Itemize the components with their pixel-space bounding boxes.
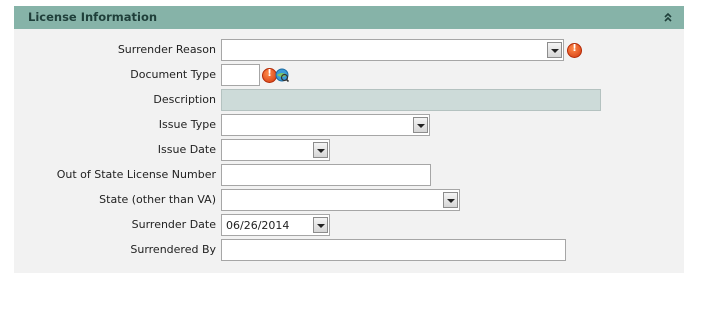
out-of-state-license-number-input[interactable]: [221, 164, 431, 186]
document-type-label: Document Type: [130, 68, 216, 81]
row-issue-type: Issue Type: [14, 114, 684, 136]
row-surrender-date: Surrender Date 06/26/2014: [14, 214, 684, 236]
license-information-panel: License Information Surrender Reason Doc…: [14, 6, 684, 273]
row-issue-date: Issue Date: [14, 139, 684, 161]
document-type-input[interactable]: [221, 64, 260, 86]
state-select[interactable]: [221, 189, 460, 211]
row-surrendered-by: Surrendered By: [14, 239, 684, 261]
row-document-type: Document Type: [14, 64, 684, 86]
surrender-reason-select[interactable]: [221, 39, 564, 61]
panel-title: License Information: [28, 10, 158, 24]
description-field: [221, 89, 601, 111]
lookup-icon[interactable]: [275, 68, 289, 82]
surrendered-by-input[interactable]: [221, 239, 566, 261]
surrender-reason-label: Surrender Reason: [117, 43, 216, 56]
issue-type-label: Issue Type: [158, 118, 216, 131]
issue-type-dropdown-button[interactable]: [413, 117, 428, 133]
surrender-date-label: Surrender Date: [131, 218, 216, 231]
out-of-state-license-number-label: Out of State License Number: [56, 168, 216, 181]
surrender-date-dropdown-button[interactable]: [313, 217, 328, 233]
surrender-reason-dropdown-button[interactable]: [547, 42, 562, 58]
state-dropdown-button[interactable]: [443, 192, 458, 208]
surrendered-by-label: Surrendered By: [130, 243, 216, 256]
row-state: State (other than VA): [14, 189, 684, 211]
row-out-of-state-license-number: Out of State License Number: [14, 164, 684, 186]
issue-date-label: Issue Date: [157, 143, 216, 156]
surrender-date-value: 06/26/2014: [226, 219, 290, 232]
panel-header[interactable]: License Information: [14, 6, 684, 29]
double-chevron-up-icon[interactable]: [662, 10, 674, 24]
row-description: Description: [14, 89, 684, 111]
row-surrender-reason: Surrender Reason: [14, 39, 684, 61]
required-warning-icon: [567, 43, 582, 58]
description-label: Description: [153, 93, 216, 106]
issue-type-select[interactable]: [221, 114, 430, 136]
issue-date-dropdown-button[interactable]: [313, 142, 328, 158]
surrender-date-picker[interactable]: 06/26/2014: [221, 214, 330, 236]
state-label: State (other than VA): [99, 193, 216, 206]
issue-date-picker[interactable]: [221, 139, 330, 161]
